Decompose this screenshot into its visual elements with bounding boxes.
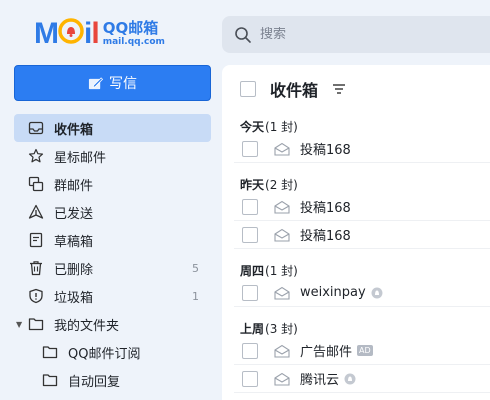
logo-letter-m: M bbox=[34, 17, 59, 50]
date-group-name: 上周 bbox=[240, 322, 265, 336]
sidebar-item-group-mail[interactable]: 群邮件 bbox=[14, 170, 211, 198]
mail-row[interactable]: weixinpay bbox=[234, 279, 490, 307]
date-group-label: 上周 (3 封) bbox=[222, 315, 490, 337]
date-group-name: 今天 bbox=[240, 120, 265, 134]
mail-row[interactable]: 广告邮件 AD bbox=[234, 337, 490, 365]
spam-icon bbox=[29, 288, 43, 304]
sidebar-item-deleted[interactable]: 已删除 5 bbox=[14, 254, 211, 282]
envelope-read-icon bbox=[274, 142, 290, 156]
date-group-label: 昨天 (2 封) bbox=[222, 171, 490, 193]
sidebar-item-label: QQ邮件订阅 bbox=[68, 346, 141, 362]
date-group-label: 周四 (1 封) bbox=[222, 257, 490, 279]
filter-icon[interactable] bbox=[332, 82, 346, 96]
ad-badge: AD bbox=[357, 345, 373, 356]
mail-row[interactable]: 腾讯云 bbox=[234, 365, 490, 393]
mail-subject: 投稿168 bbox=[300, 143, 351, 158]
sidebar-item-inbox[interactable]: 收件箱 bbox=[14, 114, 211, 142]
sidebar-item-label: 收件箱 bbox=[54, 122, 94, 138]
sidebar-item-drafts[interactable]: 草稿箱 bbox=[14, 226, 211, 254]
sidebar-item-spam[interactable]: 垃圾箱 1 bbox=[14, 282, 211, 310]
date-group-count: (1 封) bbox=[265, 264, 298, 278]
inbox-icon bbox=[28, 121, 44, 135]
folder-icon bbox=[42, 374, 58, 387]
sidebar-item-label: 草稿箱 bbox=[54, 234, 94, 250]
date-group-count: (2 封) bbox=[265, 178, 298, 192]
sent-icon bbox=[28, 204, 44, 219]
mail-list-header: 收件箱 bbox=[222, 65, 490, 113]
sidebar-item-label: 群邮件 bbox=[54, 178, 94, 194]
mail-row-checkbox[interactable] bbox=[242, 370, 258, 387]
compose-button[interactable]: 写信 bbox=[14, 65, 211, 101]
logo-text: QQ邮箱 mail.qq.com bbox=[103, 20, 165, 48]
envelope-read-icon bbox=[274, 228, 290, 242]
mail-subject: 投稿168 bbox=[300, 229, 351, 244]
sidebar-item-label: 已发送 bbox=[54, 206, 94, 222]
qq-mail-bell-icon bbox=[371, 287, 383, 298]
logo-wordmark: M i l bbox=[34, 17, 100, 50]
star-icon bbox=[28, 148, 44, 163]
envelope-read-icon bbox=[274, 200, 290, 214]
trash-icon bbox=[30, 261, 42, 276]
spam-count-badge: 1 bbox=[192, 289, 199, 303]
sidebar-item-label: 自动回复 bbox=[68, 374, 121, 390]
mail-row[interactable]: 投稿168 bbox=[234, 221, 490, 249]
date-group-name: 周四 bbox=[240, 264, 265, 278]
sidebar-item-label: 星标邮件 bbox=[54, 150, 107, 166]
mail-subject: 广告邮件 bbox=[300, 345, 353, 360]
logo-bell-o bbox=[58, 18, 84, 50]
logo-qq-label: QQ邮箱 bbox=[102, 19, 159, 37]
deleted-count-badge: 5 bbox=[192, 261, 199, 275]
chevron-down-icon[interactable]: ▼ bbox=[16, 320, 26, 329]
mail-list-panel: 收件箱 今天 (1 封) 投稿168 昨天 (2 封) 投稿168 投稿168 … bbox=[222, 65, 490, 400]
select-all-checkbox[interactable] bbox=[240, 81, 256, 97]
sidebar-nav: 收件箱 星标邮件 群邮件 已发送 草稿箱 已删除 5 垃圾箱 1 ▼ 我的文件夹… bbox=[14, 114, 211, 394]
qq-mail-bell-icon bbox=[344, 373, 356, 384]
compose-label: 写信 bbox=[109, 76, 137, 92]
date-group-label: 今天 (1 封) bbox=[222, 113, 490, 135]
envelope-read-icon bbox=[274, 344, 290, 358]
search-input[interactable] bbox=[260, 27, 460, 42]
logo-url: mail.qq.com bbox=[102, 37, 165, 47]
folder-icon bbox=[28, 318, 44, 331]
logo-letter-l: l bbox=[91, 17, 99, 50]
page-title: 收件箱 bbox=[270, 81, 319, 100]
date-group-count: (3 封) bbox=[265, 322, 298, 336]
logo-letter-i: i bbox=[84, 17, 92, 50]
group-mail-icon bbox=[28, 176, 44, 192]
envelope-read-icon bbox=[274, 372, 290, 386]
bell-logo-icon bbox=[58, 18, 84, 44]
sidebar-item-sent[interactable]: 已发送 bbox=[14, 198, 211, 226]
mail-row[interactable]: 投稿168 bbox=[234, 193, 490, 221]
sidebar-item-auto-reply[interactable]: 自动回复 bbox=[14, 366, 211, 394]
sidebar-item-my-folders[interactable]: ▼ 我的文件夹 bbox=[14, 310, 211, 338]
mail-subject: weixinpay bbox=[300, 285, 366, 300]
mail-row-checkbox[interactable] bbox=[242, 342, 258, 359]
mail-row-checkbox[interactable] bbox=[242, 198, 258, 215]
mail-subject: 腾讯云 bbox=[300, 373, 340, 388]
sidebar-item-qq-subscription[interactable]: QQ邮件订阅 bbox=[14, 338, 211, 366]
envelope-read-icon bbox=[274, 286, 290, 300]
compose-icon bbox=[88, 76, 103, 89]
mail-row-checkbox[interactable] bbox=[242, 226, 258, 243]
folder-icon bbox=[42, 346, 58, 359]
sidebar-item-starred[interactable]: 星标邮件 bbox=[14, 142, 211, 170]
sidebar-item-label: 我的文件夹 bbox=[54, 318, 120, 334]
mail-row[interactable]: 投稿168 bbox=[234, 135, 490, 163]
mail-row-checkbox[interactable] bbox=[242, 140, 258, 157]
sidebar-item-label: 已删除 bbox=[54, 262, 94, 278]
mail-row-checkbox[interactable] bbox=[242, 284, 258, 301]
date-group-count: (1 封) bbox=[265, 120, 298, 134]
qq-mail-logo[interactable]: M i l QQ邮箱 mail.qq.com bbox=[34, 17, 165, 51]
date-group-name: 昨天 bbox=[240, 178, 265, 192]
mail-subject: 投稿168 bbox=[300, 201, 351, 216]
draft-icon bbox=[29, 232, 43, 248]
sidebar-item-label: 垃圾箱 bbox=[54, 290, 94, 306]
search-bar[interactable] bbox=[222, 16, 490, 53]
search-icon bbox=[235, 26, 251, 43]
